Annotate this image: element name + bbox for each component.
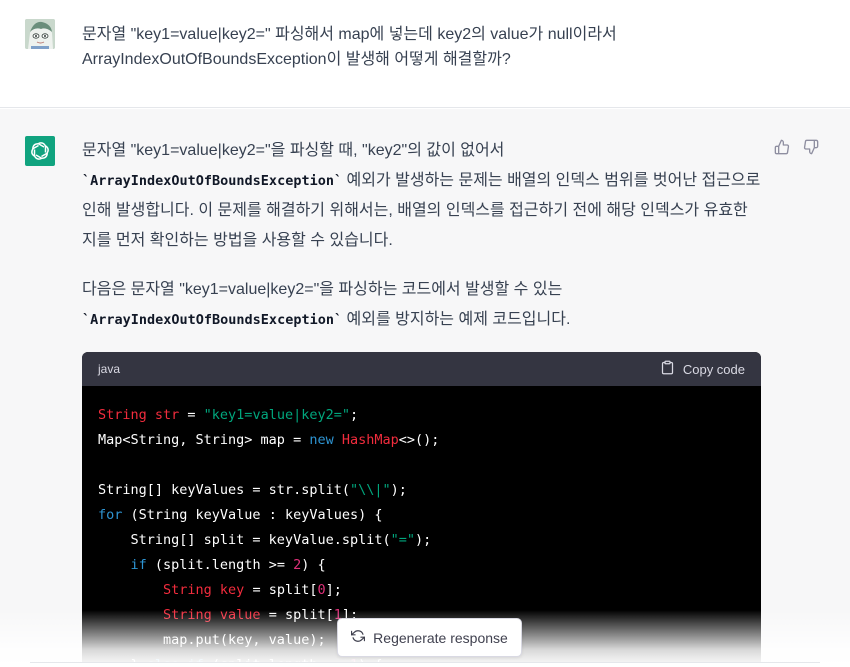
assistant-message-text: 문자열 "key1=value|key2="을 파싱할 때, "key2"의 값… [82, 136, 762, 355]
code-token: <>(); [398, 432, 440, 448]
code-line: Map<String, String> map = new HashMap<>(… [98, 428, 745, 453]
code-token: ]; [325, 582, 342, 598]
code-token: 0 [317, 582, 326, 598]
user-message-row: 문자열 "key1=value|key2=" 파싱해서 map에 넣는데 key… [0, 0, 850, 108]
code-line: String key = split[0]; [98, 578, 745, 603]
code-line: String str = "key1=value|key2="; [98, 403, 745, 428]
answer-paragraph-2: 다음은 문자열 "key1=value|key2="을 파싱하는 코드에서 발생… [82, 275, 762, 335]
answer-text: 예외를 방지하는 예제 코드입니다. [342, 310, 571, 328]
code-token: for [98, 507, 123, 523]
code-token: if [130, 557, 147, 573]
code-token: String key [163, 582, 245, 598]
code-token: ; [349, 407, 359, 423]
inline-code: `ArrayIndexOutOfBoundsException` [82, 172, 343, 189]
code-token: "=" [390, 532, 415, 548]
code-token: HashMap [341, 432, 399, 448]
code-token: = [179, 407, 204, 423]
user-avatar [25, 19, 55, 49]
code-token: 2 [293, 557, 302, 573]
regenerate-response-button[interactable]: Regenerate response [337, 618, 522, 657]
code-token: Map<String, String> map = [98, 432, 310, 448]
copy-code-button[interactable]: Copy code [660, 360, 745, 378]
code-token: (split.length >= [146, 557, 294, 573]
input-area-edge [30, 662, 820, 667]
clipboard-icon [660, 360, 675, 378]
code-token: "\\|" [349, 482, 391, 498]
code-line: if (split.length >= 2) { [98, 553, 745, 578]
code-language-label: java [98, 362, 121, 376]
answer-text: 다음은 문자열 "key1=value|key2="을 파싱하는 코드에서 발생… [82, 281, 563, 298]
copy-code-label: Copy code [682, 361, 745, 377]
code-token: ) { [301, 557, 326, 573]
refresh-icon [351, 629, 366, 646]
inline-code: `ArrayIndexOutOfBoundsException` [82, 311, 343, 328]
answer-text: 문자열 "key1=value|key2="을 파싱할 때, "key2"의 값… [82, 142, 505, 159]
code-line: for (String keyValue : keyValues) { [98, 503, 745, 528]
code-token: "key1=value|key2=" [203, 407, 350, 423]
code-token: new [309, 432, 334, 448]
assistant-message-row: 문자열 "key1=value|key2="을 파싱할 때, "key2"의 값… [0, 109, 850, 667]
code-line: String[] keyValues = str.split("\\|"); [98, 478, 745, 503]
regenerate-response-label: Regenerate response [373, 629, 508, 646]
code-token: ); [415, 532, 432, 548]
user-message-text: 문자열 "key1=value|key2=" 파싱해서 map에 넣는데 key… [82, 26, 617, 68]
code-token: = split[ [244, 582, 318, 598]
answer-paragraph-1: 문자열 "key1=value|key2="을 파싱할 때, "key2"의 값… [82, 136, 762, 255]
code-token: ); [390, 482, 407, 498]
code-token: String[] split = keyValue.split( [98, 532, 391, 548]
code-token: String[] keyValues = str.split( [98, 482, 350, 498]
code-block-header: java Copy code [82, 352, 761, 386]
code-line: String[] split = keyValue.split("="); [98, 528, 745, 553]
code-token: (String keyValue : keyValues) { [122, 507, 383, 523]
code-token: String str [98, 407, 180, 423]
thumbs-up-icon[interactable] [772, 137, 792, 157]
thumbs-down-icon[interactable] [801, 137, 821, 157]
openai-logo-icon [25, 136, 55, 166]
